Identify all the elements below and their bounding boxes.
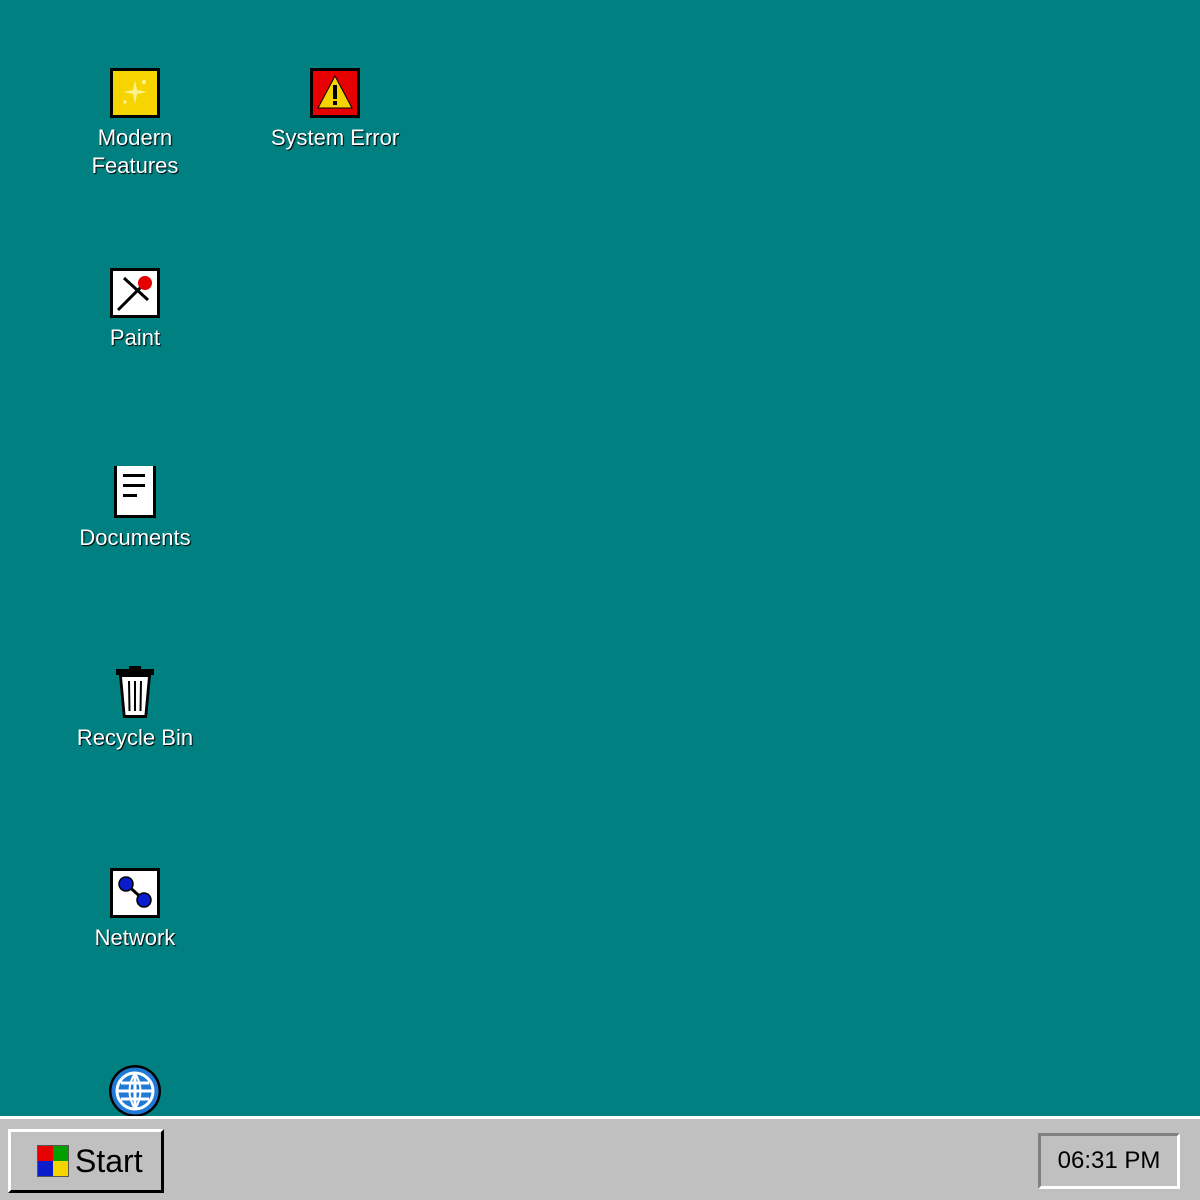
paint-brush-icon bbox=[110, 268, 160, 318]
desktop-icon-label: Recycle Bin bbox=[76, 725, 194, 750]
desktop[interactable]: Modern Features System Error Paint Docum… bbox=[0, 0, 1200, 1116]
desktop-icon-label: Network bbox=[94, 925, 176, 950]
desktop-icon-label: Modern Features bbox=[60, 124, 210, 180]
label-line-1: Modern bbox=[97, 125, 173, 150]
warning-icon bbox=[310, 68, 360, 118]
start-label: Start bbox=[75, 1142, 143, 1179]
desktop-icon-paint[interactable]: Paint bbox=[60, 266, 210, 352]
network-icon bbox=[110, 868, 160, 918]
start-button[interactable]: Start bbox=[8, 1129, 164, 1193]
desktop-icon-network[interactable]: Network bbox=[60, 866, 210, 952]
desktop-icon-documents[interactable]: Documents bbox=[60, 466, 210, 552]
document-icon bbox=[114, 466, 156, 518]
sparkle-icon bbox=[110, 68, 160, 118]
desktop-icon-recycle-bin[interactable]: Recycle Bin bbox=[60, 666, 210, 752]
globe-icon bbox=[109, 1065, 161, 1116]
trash-icon bbox=[116, 666, 154, 718]
desktop-icon-globe[interactable] bbox=[60, 1064, 210, 1116]
system-clock[interactable]: 06:31 PM bbox=[1038, 1133, 1180, 1189]
taskbar: Start 06:31 PM bbox=[0, 1116, 1200, 1200]
windows-logo-icon bbox=[37, 1145, 69, 1177]
desktop-icon-label: System Error bbox=[270, 125, 400, 150]
desktop-icon-label: Paint bbox=[109, 325, 161, 350]
desktop-icon-label: Documents bbox=[79, 525, 191, 550]
label-line-2: Features bbox=[91, 153, 179, 178]
desktop-icon-modern-features[interactable]: Modern Features bbox=[60, 66, 210, 180]
desktop-icon-system-error[interactable]: System Error bbox=[260, 66, 410, 152]
